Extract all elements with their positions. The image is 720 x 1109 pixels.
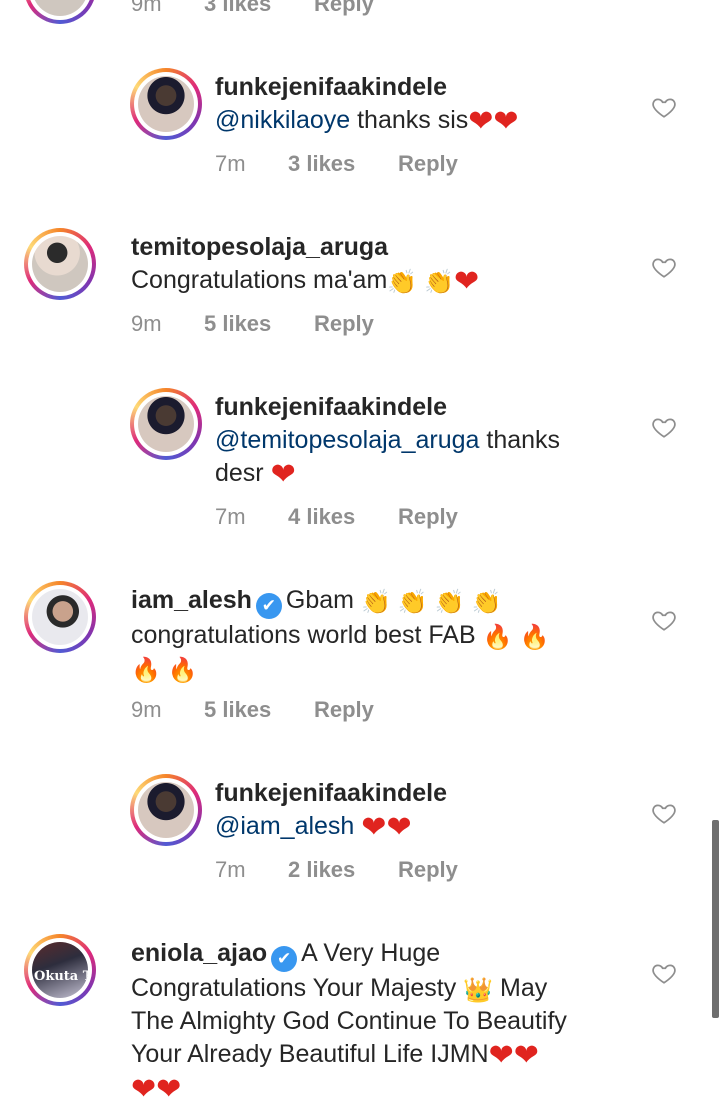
like-heart-icon[interactable] xyxy=(651,414,677,440)
like-heart-icon[interactable] xyxy=(651,254,677,280)
heart-emoji: ❤ xyxy=(493,104,519,139)
likes-count[interactable]: 5 likes xyxy=(204,697,271,723)
reply-button[interactable]: Reply xyxy=(314,0,374,17)
clap-emoji: 👏 xyxy=(387,269,418,296)
comment-text: thanks xyxy=(479,426,561,454)
reply-button[interactable]: Reply xyxy=(398,151,458,177)
heart-emoji: ❤ xyxy=(454,264,480,299)
comment-text: Your Already Beautiful Life IJMN xyxy=(131,1040,489,1068)
comment-text: A Very Huge xyxy=(301,939,441,967)
username[interactable]: temitopesolaja_aruga xyxy=(131,231,631,264)
comment-time: 7m xyxy=(215,857,246,882)
heart-emoji: ❤ xyxy=(270,457,296,492)
likes-count[interactable]: 4 likes xyxy=(288,504,355,530)
fire-emoji: 🔥 xyxy=(519,624,550,651)
likes-count[interactable]: 5 likes xyxy=(204,311,271,337)
username[interactable]: funkejenifaakindele xyxy=(215,71,635,104)
clap-emoji: 👏 xyxy=(397,589,428,616)
heart-emoji: ❤ xyxy=(386,810,412,845)
fire-emoji: 🔥 xyxy=(482,624,513,651)
like-heart-icon[interactable] xyxy=(651,94,677,120)
heart-emoji: ❤ xyxy=(488,1038,514,1073)
mention-link[interactable]: @nikkilaoye xyxy=(215,106,350,134)
clap-emoji: 👏 xyxy=(360,589,391,616)
clap-emoji: 👏 xyxy=(471,589,502,616)
crown-emoji: 👑 xyxy=(463,977,494,1004)
likes-count[interactable]: 2 likes xyxy=(288,857,355,883)
avatar[interactable] xyxy=(24,228,96,300)
heart-emoji: ❤ xyxy=(131,1072,157,1107)
reply-button[interactable]: Reply xyxy=(398,504,458,530)
heart-emoji: ❤ xyxy=(361,810,387,845)
comment-time: 7m xyxy=(215,151,246,176)
clap-emoji: 👏 xyxy=(434,589,465,616)
heart-emoji: ❤ xyxy=(468,104,494,139)
avatar[interactable] xyxy=(24,581,96,653)
mention-link[interactable]: @iam_alesh xyxy=(215,812,354,840)
comment-time: 9m xyxy=(131,0,162,16)
comment-text: congratulations world best FAB xyxy=(131,621,476,649)
comment-text: Congratulations ma'am xyxy=(131,266,388,294)
avatar[interactable]: Okuta Ti xyxy=(24,934,96,1006)
username[interactable]: eniola_ajao xyxy=(131,939,267,967)
comment-time: 7m xyxy=(215,504,246,529)
comment-text: Congratulations Your Majesty xyxy=(131,974,457,1002)
reply-button[interactable]: Reply xyxy=(398,857,458,883)
avatar-overlay-text: Okuta Ti xyxy=(34,969,88,984)
reply-button[interactable]: Reply xyxy=(314,311,374,337)
avatar[interactable] xyxy=(130,68,202,140)
comment-text: thanks sis xyxy=(350,106,469,134)
verified-badge-icon: ✔ xyxy=(255,593,282,619)
like-heart-icon[interactable] xyxy=(651,607,677,633)
comment-text: The Almighty God Continue To Beautify xyxy=(131,1007,567,1035)
avatar[interactable] xyxy=(130,774,202,846)
like-heart-icon[interactable] xyxy=(651,800,677,826)
reply-button[interactable]: Reply xyxy=(314,697,374,723)
username[interactable]: funkejenifaakindele xyxy=(215,777,635,810)
username[interactable]: funkejenifaakindele xyxy=(215,391,635,424)
heart-emoji: ❤ xyxy=(156,1072,182,1107)
likes-count[interactable]: 3 likes xyxy=(288,151,355,177)
fire-emoji: 🔥 xyxy=(131,657,161,684)
like-heart-icon[interactable] xyxy=(651,960,677,986)
verified-badge-icon: ✔ xyxy=(271,946,298,972)
mention-link[interactable]: @temitopesolaja_aruga xyxy=(215,426,479,454)
likes-count[interactable]: 3 likes xyxy=(204,0,271,17)
comment-time: 9m xyxy=(131,311,162,336)
comment-text: desr xyxy=(215,459,264,487)
comment-text: May xyxy=(493,974,548,1002)
username[interactable]: iam_alesh xyxy=(131,586,252,614)
comment-text: Gbam xyxy=(285,586,355,614)
scrollbar[interactable] xyxy=(712,820,719,1018)
comment-time: 9m xyxy=(131,697,162,722)
clap-emoji: 👏 xyxy=(424,269,455,296)
heart-emoji: ❤ xyxy=(513,1038,539,1073)
fire-emoji: 🔥 xyxy=(167,657,198,684)
avatar[interactable] xyxy=(130,388,202,460)
